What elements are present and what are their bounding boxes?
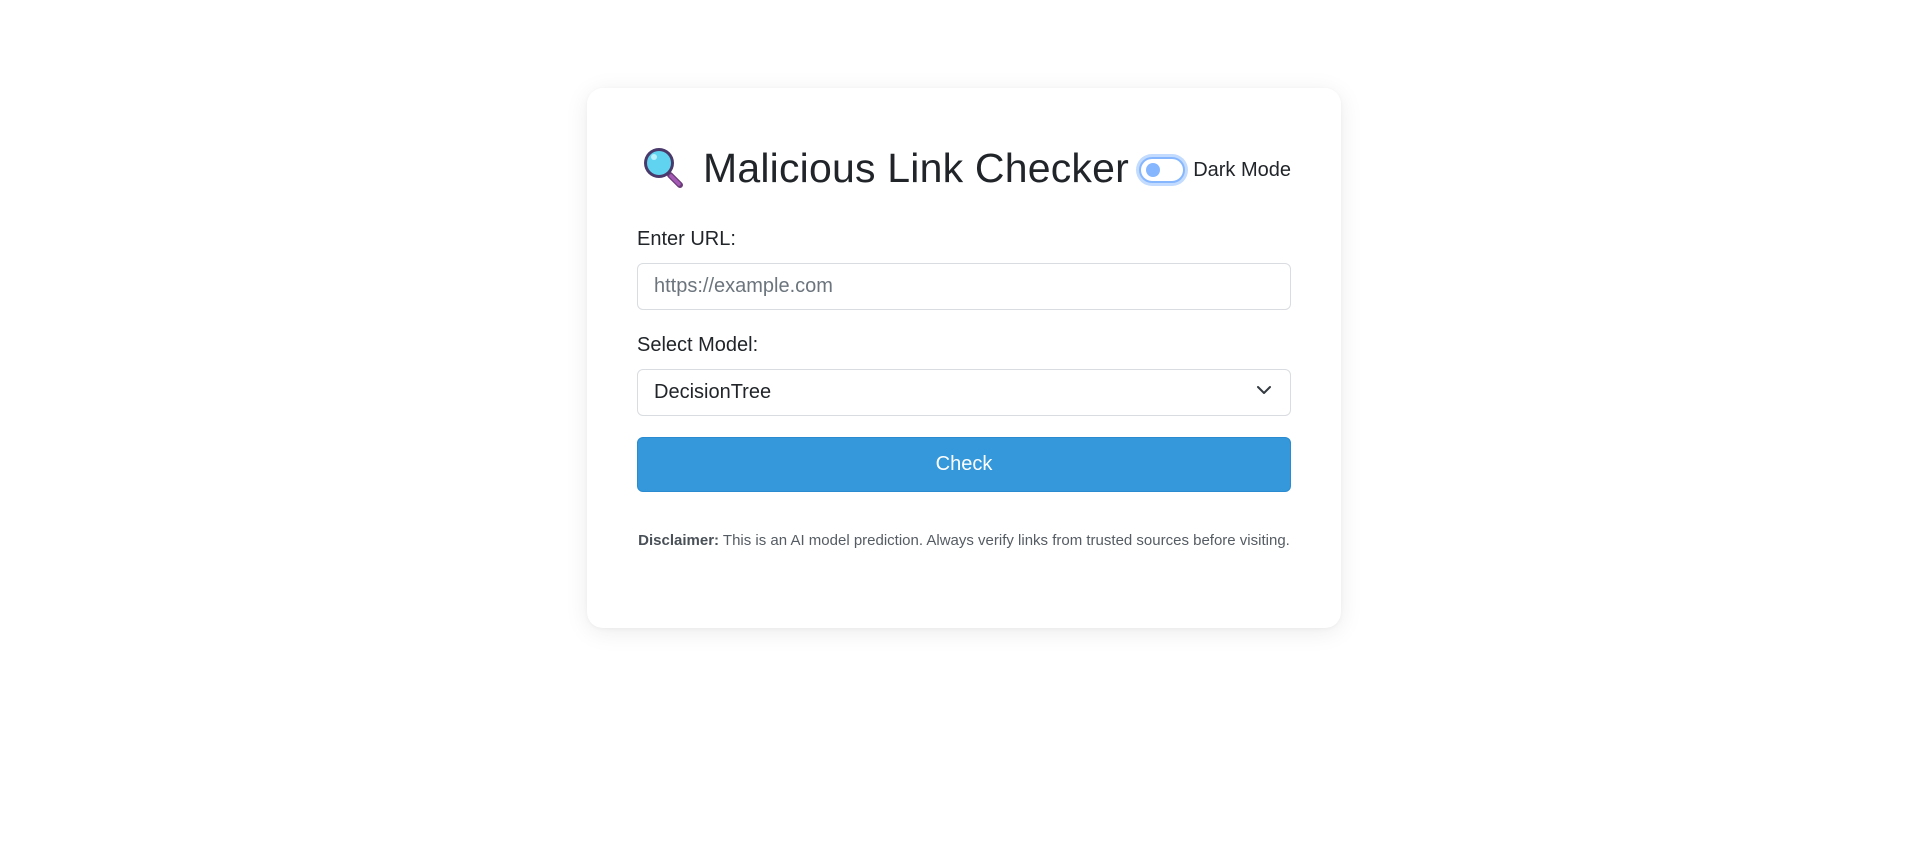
disclaimer-text: Disclaimer: This is an AI model predicti…	[637, 532, 1291, 549]
url-input[interactable]	[637, 263, 1291, 310]
card-header: Malicious Link Checker Dark Mode	[637, 142, 1291, 194]
check-button[interactable]: Check	[637, 437, 1291, 492]
magnifying-glass-icon	[641, 145, 687, 191]
disclaimer-prefix: Disclaimer:	[638, 532, 720, 549]
dark-mode-label[interactable]: Dark Mode	[1193, 159, 1291, 182]
disclaimer-body: This is an AI model prediction. Always v…	[719, 532, 1290, 549]
chevron-down-icon	[1256, 382, 1274, 403]
model-label: Select Model:	[637, 334, 759, 356]
page-title: Malicious Link Checker	[703, 144, 1129, 191]
title-group: Malicious Link Checker	[637, 145, 1129, 192]
dark-mode-control: Dark Mode	[1139, 153, 1291, 183]
model-select-value: DecisionTree	[654, 381, 772, 403]
toggle-knob	[1146, 163, 1161, 177]
checker-card: Malicious Link Checker Dark Mode Enter U…	[587, 88, 1341, 628]
dark-mode-toggle[interactable]	[1139, 157, 1186, 183]
model-select[interactable]: DecisionTree	[637, 369, 1291, 416]
url-label: Enter URL:	[637, 228, 736, 250]
